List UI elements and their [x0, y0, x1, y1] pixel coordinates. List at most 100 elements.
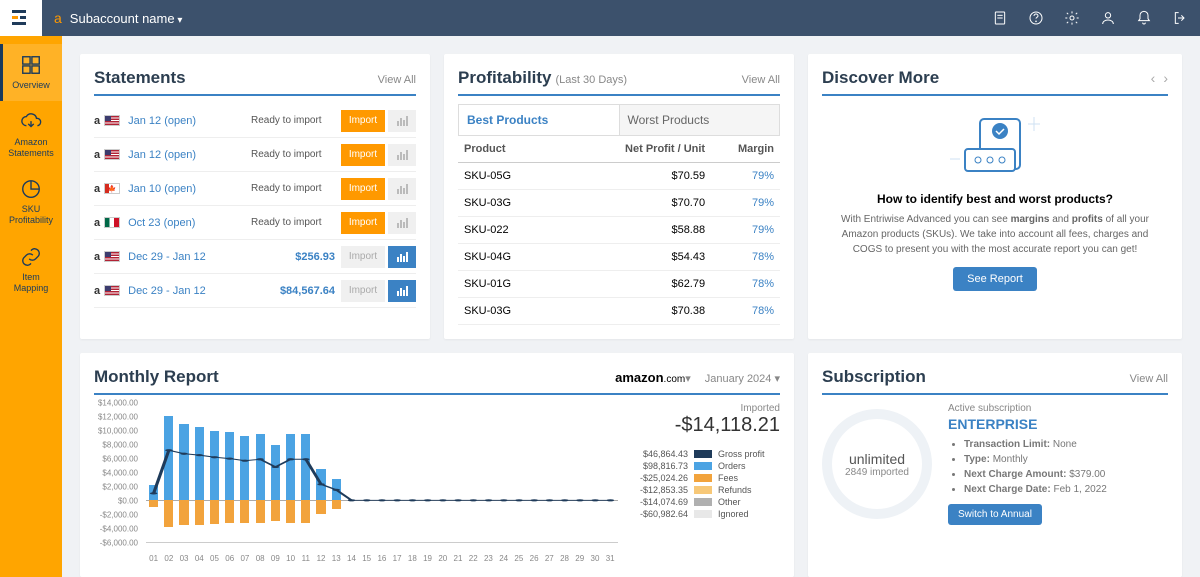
- legend-item: $46,864.43Gross profit: [630, 449, 780, 459]
- subscription-title: Subscription: [822, 367, 926, 387]
- profitability-title: Profitability: [458, 68, 552, 88]
- margin-value: 78%: [705, 305, 774, 317]
- profitability-row[interactable]: SKU-03G $70.70 79%: [458, 190, 780, 217]
- import-button[interactable]: Import: [341, 212, 385, 234]
- statement-date-link[interactable]: Dec 29 - Jan 12: [128, 285, 238, 297]
- sidebar-item-mapping[interactable]: Item Mapping: [0, 236, 62, 304]
- legend-item: -$25,024.26Fees: [630, 473, 780, 483]
- flag-icon: [104, 285, 120, 296]
- import-button: Import: [341, 246, 385, 268]
- col-margin: Margin: [705, 143, 774, 155]
- legend-item: -$60,982.64Ignored: [630, 509, 780, 519]
- amazon-a-icon: a: [94, 251, 100, 263]
- sidebar-item-statements[interactable]: Amazon Statements: [0, 101, 62, 169]
- subscription-card: Subscription View All unlimited 2849 imp…: [808, 353, 1182, 577]
- notifications-icon[interactable]: [1136, 10, 1152, 26]
- sku-name: SKU-022: [464, 224, 602, 236]
- subscription-view-all[interactable]: View All: [1130, 373, 1168, 385]
- statement-row: a Jan 10 (open) Ready to import Import: [94, 172, 416, 206]
- statements-card: Statements View All a Jan 12 (open) Read…: [80, 54, 430, 339]
- statement-row: a Dec 29 - Jan 12 $84,567.64 Import: [94, 274, 416, 308]
- statement-status: Ready to import: [251, 115, 341, 126]
- margin-value: 79%: [705, 197, 774, 209]
- sku-name: SKU-04G: [464, 251, 602, 263]
- settings-icon[interactable]: [1064, 10, 1080, 26]
- profitability-row[interactable]: SKU-04G $54.43 78%: [458, 244, 780, 271]
- tab-best-products[interactable]: Best Products: [459, 105, 620, 135]
- link-icon: [20, 246, 42, 268]
- statement-amount: $84,567.64: [251, 285, 341, 297]
- legend-item: -$12,853.35Refunds: [630, 485, 780, 495]
- app-logo: [0, 0, 42, 36]
- flag-icon: [104, 251, 120, 262]
- period-selector[interactable]: January 2024 ▾: [705, 372, 780, 385]
- flag-icon: [104, 149, 120, 160]
- sidebar-item-label: SKU Profitability: [4, 204, 58, 226]
- amazon-a-icon: a: [94, 285, 100, 297]
- monthly-chart: $14,000.00$12,000.00$10,000.00$8,000.00$…: [94, 403, 618, 563]
- subscription-ring: unlimited 2849 imported: [822, 409, 932, 519]
- profitability-row[interactable]: SKU-01G $62.79 78%: [458, 271, 780, 298]
- sidebar-item-overview[interactable]: Overview: [0, 44, 62, 101]
- statement-row: a Jan 12 (open) Ready to import Import: [94, 104, 416, 138]
- discover-title: Discover More: [822, 68, 939, 88]
- profitability-view-all[interactable]: View All: [742, 74, 780, 86]
- monthly-title: Monthly Report: [94, 367, 219, 387]
- monthly-report-card: Monthly Report amazon.com ▾ January 2024…: [80, 353, 794, 577]
- profitability-row[interactable]: SKU-05G $70.59 79%: [458, 163, 780, 190]
- col-npu: Net Profit / Unit: [602, 143, 705, 155]
- flag-icon: [104, 183, 120, 194]
- top-header: a Subaccount name: [0, 0, 1200, 36]
- see-report-button[interactable]: See Report: [953, 267, 1037, 291]
- subscription-detail: Transaction Limit: None: [964, 438, 1168, 451]
- margin-value: 78%: [705, 251, 774, 263]
- margin-value: 79%: [705, 224, 774, 236]
- margin-value: 79%: [705, 170, 774, 182]
- user-icon[interactable]: [1100, 10, 1116, 26]
- tab-worst-products[interactable]: Worst Products: [620, 105, 780, 135]
- subaccount-selector[interactable]: Subaccount name: [70, 11, 183, 26]
- profitability-row[interactable]: SKU-03G $70.38 78%: [458, 298, 780, 325]
- sidebar-item-profitability[interactable]: SKU Profitability: [0, 168, 62, 236]
- sku-name: SKU-03G: [464, 197, 602, 209]
- sku-name: SKU-03G: [464, 305, 602, 317]
- statement-chart-button[interactable]: [388, 246, 416, 268]
- profitability-subtitle: (Last 30 Days): [556, 74, 628, 86]
- statement-chart-button: [388, 110, 416, 132]
- statement-date-link[interactable]: Oct 23 (open): [128, 217, 238, 229]
- margin-value: 78%: [705, 278, 774, 290]
- imported-label: Imported: [630, 403, 780, 414]
- flag-icon: [104, 217, 120, 228]
- profitability-row[interactable]: SKU-022 $58.88 79%: [458, 217, 780, 244]
- statement-chart-button: [388, 144, 416, 166]
- marketplace-selector[interactable]: amazon.com ▾: [615, 370, 691, 385]
- statements-title: Statements: [94, 68, 186, 88]
- statement-chart-button[interactable]: [388, 280, 416, 302]
- net-profit-unit: $62.79: [602, 278, 705, 290]
- sidebar-item-label: Item Mapping: [4, 272, 58, 294]
- logout-icon[interactable]: [1172, 10, 1188, 26]
- cloud-download-icon: [20, 111, 42, 133]
- docs-icon[interactable]: [992, 10, 1008, 26]
- import-button[interactable]: Import: [341, 144, 385, 166]
- plan-name: ENTERPRISE: [948, 416, 1168, 432]
- net-profit-unit: $70.59: [602, 170, 705, 182]
- profitability-card: Profitability (Last 30 Days) View All Be…: [444, 54, 794, 339]
- import-button[interactable]: Import: [341, 110, 385, 132]
- amazon-a-icon: a: [94, 217, 100, 229]
- statement-date-link[interactable]: Jan 12 (open): [128, 115, 238, 127]
- statement-row: a Oct 23 (open) Ready to import Import: [94, 206, 416, 240]
- statement-date-link[interactable]: Jan 12 (open): [128, 149, 238, 161]
- statement-date-link[interactable]: Dec 29 - Jan 12: [128, 251, 238, 263]
- discover-next[interactable]: ›: [1163, 70, 1168, 86]
- switch-annual-button[interactable]: Switch to Annual: [948, 504, 1042, 525]
- statement-status: Ready to import: [251, 217, 341, 228]
- statement-date-link[interactable]: Jan 10 (open): [128, 183, 238, 195]
- statements-view-all[interactable]: View All: [378, 74, 416, 86]
- help-icon[interactable]: [1028, 10, 1044, 26]
- discover-prev[interactable]: ‹: [1151, 70, 1156, 86]
- import-button[interactable]: Import: [341, 178, 385, 200]
- subscription-detail: Next Charge Amount: $379.00: [964, 468, 1168, 481]
- pie-chart-icon: [20, 178, 42, 200]
- sidebar: Overview Amazon Statements SKU Profitabi…: [0, 36, 62, 577]
